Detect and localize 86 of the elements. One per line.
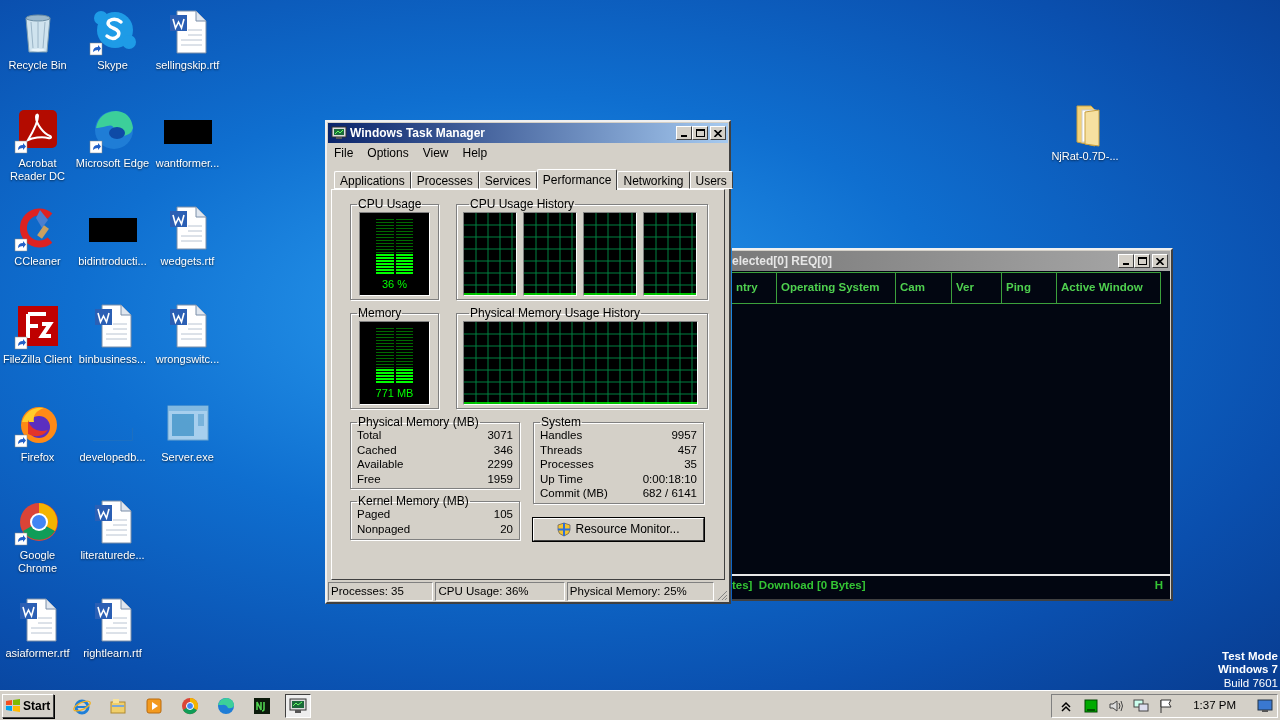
monitor-icon	[288, 695, 308, 716]
tab[interactable]: Users	[689, 171, 733, 189]
stat-value: 105	[493, 507, 513, 522]
column-header[interactable]: ntry	[732, 272, 777, 304]
maximize-icon	[1137, 257, 1147, 265]
resize-grip-icon	[716, 589, 728, 601]
chat-app-icon	[88, 8, 137, 56]
window-title: elected[0] REQ[0]	[732, 253, 833, 270]
system-notice: Build 7601	[1223, 676, 1278, 690]
tab[interactable]: Applications	[334, 171, 411, 189]
app-icon	[252, 695, 272, 716]
show-desktop-icon[interactable]	[1257, 698, 1273, 713]
stat-label: Cached	[357, 442, 397, 458]
menu-item[interactable]: Options	[362, 144, 414, 162]
close-icon	[1156, 257, 1164, 265]
resource-monitor-button[interactable]: Resource Monitor...	[533, 517, 704, 541]
close-button[interactable]	[710, 126, 726, 140]
group-title: CPU Usage	[357, 198, 423, 210]
meter-reading: 36 %	[381, 278, 408, 291]
browser-icon	[216, 695, 236, 716]
stat-value: 9957	[671, 428, 697, 443]
group-title: Physical Memory Usage History	[469, 307, 642, 319]
group-title: Physical Memory (MB)	[357, 416, 480, 428]
clock: 1:37 PM	[1193, 697, 1236, 713]
status-bar-pane: Physical Memory: 25%	[566, 582, 715, 601]
monitor-icon	[331, 126, 347, 140]
close-button[interactable]	[1152, 254, 1168, 268]
system-notice: Test Mode	[1222, 649, 1278, 663]
maximize-button[interactable]	[1134, 254, 1150, 268]
taskbar-button[interactable]	[285, 693, 311, 718]
status-text: H	[1154, 578, 1163, 594]
status-text: tes] Download [0 Bytes]	[732, 578, 866, 594]
stat-value: 346	[493, 442, 513, 458]
stat-label: Up Time	[540, 471, 583, 487]
flag-icon[interactable]	[1158, 697, 1175, 714]
meter-reading: 771 MB	[375, 387, 414, 400]
tab[interactable]: Performance	[536, 169, 618, 190]
stat-value: 682 / 6141	[642, 486, 697, 501]
stat-value: 1959	[487, 471, 513, 487]
column-header[interactable]: Operating System	[777, 272, 896, 304]
start-button[interactable]: Start	[2, 693, 54, 718]
group-title: CPU Usage History	[469, 198, 576, 210]
stat-value: 20	[500, 521, 513, 537]
stat-label: Nonpaged	[357, 521, 411, 537]
system-notice: Windows 7	[1218, 663, 1278, 677]
stat-label: Processes	[540, 457, 594, 472]
group-title: System	[540, 416, 582, 428]
window-title: Windows Task Manager	[350, 125, 486, 142]
minimize-button[interactable]	[1118, 254, 1134, 268]
shield-icon	[557, 521, 572, 537]
stat-label: Available	[357, 457, 404, 472]
network-icon[interactable]	[1133, 697, 1150, 714]
stat-label: Free	[357, 471, 381, 487]
tab[interactable]: Networking	[617, 171, 690, 189]
column-header[interactable]: Active Window	[1057, 272, 1161, 304]
maximize-icon	[695, 129, 705, 137]
stat-label: Handles	[540, 429, 583, 443]
status-bar-pane: CPU Usage: 36%	[435, 582, 565, 601]
stat-label: Threads	[540, 442, 583, 458]
app-icon[interactable]	[1083, 697, 1100, 714]
column-header[interactable]: Ver	[952, 272, 1002, 304]
browser-icon	[180, 695, 200, 716]
column-header[interactable]: Cam	[896, 272, 952, 304]
stat-value: 3071	[487, 428, 513, 443]
tab[interactable]: Services	[478, 171, 537, 189]
group-title: Memory	[357, 307, 403, 319]
column-header[interactable]: Ping	[1002, 272, 1057, 304]
stat-label: Paged	[357, 507, 391, 522]
stat-label: Total	[357, 429, 382, 443]
windows-logo-icon	[5, 697, 21, 714]
group-title: Kernel Memory (MB)	[357, 495, 470, 508]
stat-value: 0:00:18:10	[642, 471, 697, 487]
speaker-icon[interactable]	[1108, 697, 1125, 714]
minimize-button[interactable]	[676, 126, 692, 140]
stat-value: 2299	[487, 457, 513, 472]
menu-item[interactable]: View	[417, 144, 454, 162]
stat-label: Commit (MB)	[540, 486, 608, 501]
maximize-button[interactable]	[692, 126, 708, 140]
status-bar-pane: Processes: 35	[328, 582, 434, 601]
menu-item[interactable]: File	[329, 144, 359, 162]
tab[interactable]: Processes	[410, 171, 479, 189]
play-icon	[144, 695, 164, 716]
stat-value: 457	[677, 442, 697, 458]
menu-item[interactable]: Help	[457, 144, 493, 162]
stat-value: 35	[684, 457, 697, 472]
close-icon	[714, 129, 722, 137]
